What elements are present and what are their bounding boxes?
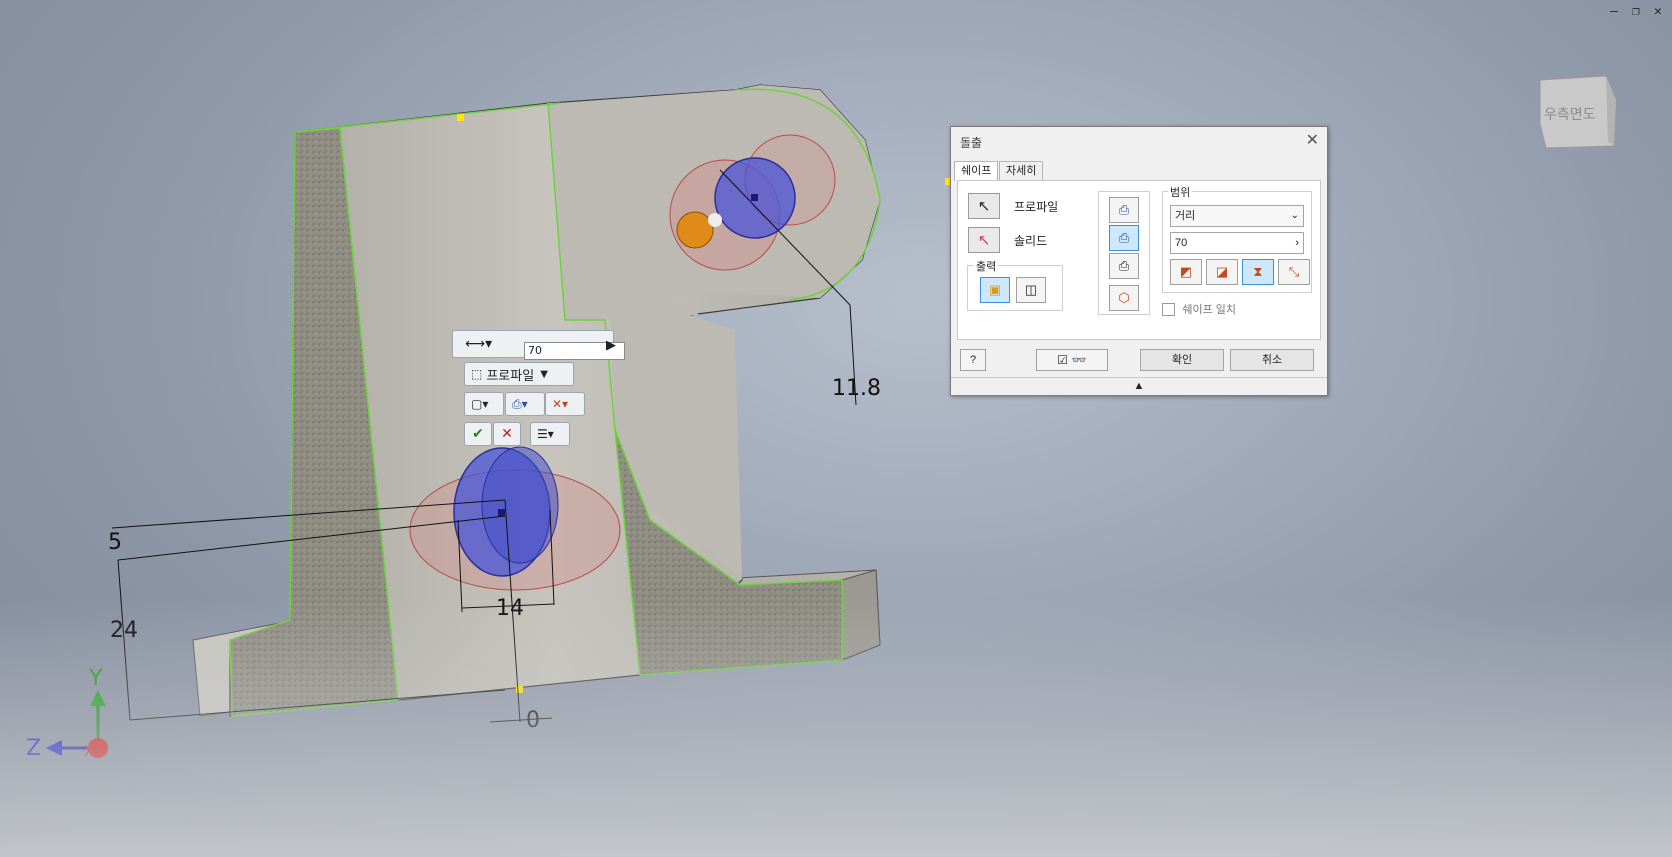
output-label: 출력 (974, 258, 999, 274)
tab-more[interactable]: 자세히 (999, 161, 1044, 180)
axis-z-arrow (46, 740, 62, 756)
expand-toggle[interactable]: ▲ (951, 377, 1327, 395)
dim-text-0[interactable]: 0 (526, 708, 540, 733)
base-right-side (841, 569, 881, 661)
viewcube[interactable]: 우측면도 (1536, 72, 1618, 152)
solid-label: 솔리드 (1014, 234, 1048, 248)
cancel-button[interactable]: 취소 (1230, 349, 1314, 371)
distance-input[interactable]: 70 › (1170, 232, 1304, 254)
dim-text-14[interactable]: 14 (496, 596, 524, 621)
direction-1-icon: ◩ (1179, 264, 1193, 279)
cancel-x-icon: ✕ (501, 426, 513, 442)
checkbox-checked-icon: ☑ (1057, 353, 1068, 367)
surface-cube-icon: ◫ (1024, 282, 1038, 297)
chevron-down-icon[interactable]: ▼ (540, 369, 548, 380)
minitoolbar-ok-button[interactable]: ✔ (464, 422, 492, 446)
cursor-arrow-icon: ↖ (977, 198, 991, 215)
intersect-button[interactable]: ⎙ (1109, 253, 1139, 279)
close-icon[interactable]: ✕ (1654, 4, 1662, 19)
profile-select-button[interactable]: ↖ (968, 193, 1000, 219)
graphics-viewport[interactable]: – ❐ ✕ 우측면도 11.8 5 24 14 0 Y Z X ⟷▾ 70 ▶ … (0, 0, 1672, 857)
dim-text-24[interactable]: 24 (110, 618, 138, 643)
upper-hole-center (751, 194, 758, 201)
ok-button[interactable]: 확인 (1140, 349, 1224, 371)
output-surface-button[interactable]: ◫ (1016, 277, 1046, 303)
new-solid-button[interactable]: ⬡ (1109, 285, 1139, 311)
direction-1-button[interactable]: ◩ (1170, 259, 1202, 285)
restore-icon[interactable]: ❐ (1632, 4, 1640, 19)
model-scene[interactable] (0, 0, 1672, 857)
chevron-right-icon[interactable]: › (1295, 233, 1299, 253)
lower-hole-center (498, 509, 505, 516)
minitoolbar-profile-button[interactable]: ⬚ 프로파일 ▼ (464, 362, 574, 386)
help-button[interactable]: ? (960, 349, 986, 371)
direction-2-icon: ◪ (1215, 264, 1229, 279)
viewcube-label: 우측면도 (1544, 107, 1596, 123)
asymmetric-button[interactable]: ⤡ (1278, 259, 1310, 285)
axis-z-label: Z (26, 736, 42, 761)
lower-hole-inner (481, 446, 559, 564)
operation-icon: ✕▾ (552, 397, 569, 411)
list-options-icon: ☰▾ (537, 427, 554, 441)
extrude-dialog[interactable]: 돌출 ✕ 쉐이프 자세히 ↖ 프로파일 ↖ 솔리드 출력 ▣ ◫ ⎙ ⎙ ⎙ ⬡… (950, 126, 1328, 396)
match-shape-checkbox[interactable]: 쉐이프 일치 (1162, 301, 1236, 317)
preview-toggle[interactable]: ☑ 👓 (1036, 349, 1108, 371)
minitoolbar-options-button[interactable]: ☰▾ (530, 422, 570, 446)
cut-icon: ⎙ (1118, 230, 1130, 245)
minitoolbar-direction-button[interactable]: ⎙▾ (505, 392, 545, 416)
minitoolbar-profile-label: 프로파일 (486, 368, 535, 384)
join-button[interactable]: ⎙ (1109, 197, 1139, 223)
profile-select-icon: ⬚ (471, 367, 483, 381)
match-shape-label: 쉐이프 일치 (1182, 304, 1236, 316)
orange-knob (676, 211, 714, 249)
dim-text-11-8[interactable]: 11.8 (832, 376, 881, 401)
match-shape-check-box[interactable] (1162, 303, 1175, 317)
extent-type-value: 거리 (1175, 210, 1196, 222)
output-solid-button[interactable]: ▣ (980, 277, 1010, 303)
minitoolbar-output-button[interactable]: ▢▾ (464, 392, 504, 416)
symmetric-icon: ⧗ (1253, 264, 1263, 279)
direction-2-button[interactable]: ◪ (1206, 259, 1238, 285)
solid-cube-icon: ▣ (988, 282, 1002, 297)
shape-tab-panel: ↖ 프로파일 ↖ 솔리드 출력 ▣ ◫ ⎙ ⎙ ⎙ ⬡ 범위 거리 ⌄ 70 ›… (957, 180, 1321, 340)
dim-text-5[interactable]: 5 (108, 530, 122, 555)
check-icon: ✔ (472, 426, 484, 442)
extent-type-dropdown[interactable]: 거리 ⌄ (1170, 205, 1304, 227)
distance-type-icon[interactable]: ⟷▾ (465, 336, 492, 352)
close-icon[interactable]: ✕ (1306, 130, 1319, 150)
help-icon: ? (969, 354, 977, 366)
tab-shape[interactable]: 쉐이프 (954, 161, 999, 181)
minitoolbar-apply-arrow-icon[interactable]: ▶ (606, 338, 616, 353)
chevron-down-icon: ⌄ (1290, 210, 1299, 221)
join-icon: ⎙ (1118, 202, 1130, 217)
asymmetric-icon: ⤡ (1288, 264, 1300, 279)
profile-label: 프로파일 (1014, 200, 1059, 214)
axis-y-arrow (90, 690, 106, 706)
solid-output-icon: ▢▾ (471, 397, 489, 411)
extent-label: 범위 (1168, 184, 1193, 200)
expand-arrow-icon: ▲ (1133, 380, 1145, 392)
minitoolbar-cancel-button[interactable]: ✕ (493, 422, 521, 446)
dim-0-line (489, 717, 553, 723)
minimize-icon[interactable]: – (1610, 4, 1618, 19)
new-solid-icon: ⬡ (1118, 290, 1130, 305)
dialog-title: 돌출 (960, 136, 983, 150)
grip-bottom[interactable] (516, 686, 523, 693)
cut-button[interactable]: ⎙ (1109, 225, 1139, 251)
direction-icon: ⎙▾ (512, 396, 528, 411)
intersect-icon: ⎙ (1118, 258, 1130, 273)
symmetric-button[interactable]: ⧗ (1242, 259, 1274, 285)
solid-select-button[interactable]: ↖ (968, 227, 1000, 253)
distance-value: 70 (1175, 237, 1188, 249)
minitoolbar-operation-button[interactable]: ✕▾ (545, 392, 585, 416)
axis-x-label: X (84, 744, 94, 760)
cursor-arrow-pink-icon: ↖ (977, 232, 991, 249)
axis-y-label: Y (89, 666, 103, 691)
glasses-icon: 👓 (1071, 353, 1087, 367)
white-knob (708, 213, 722, 227)
grip-top[interactable] (457, 114, 464, 121)
